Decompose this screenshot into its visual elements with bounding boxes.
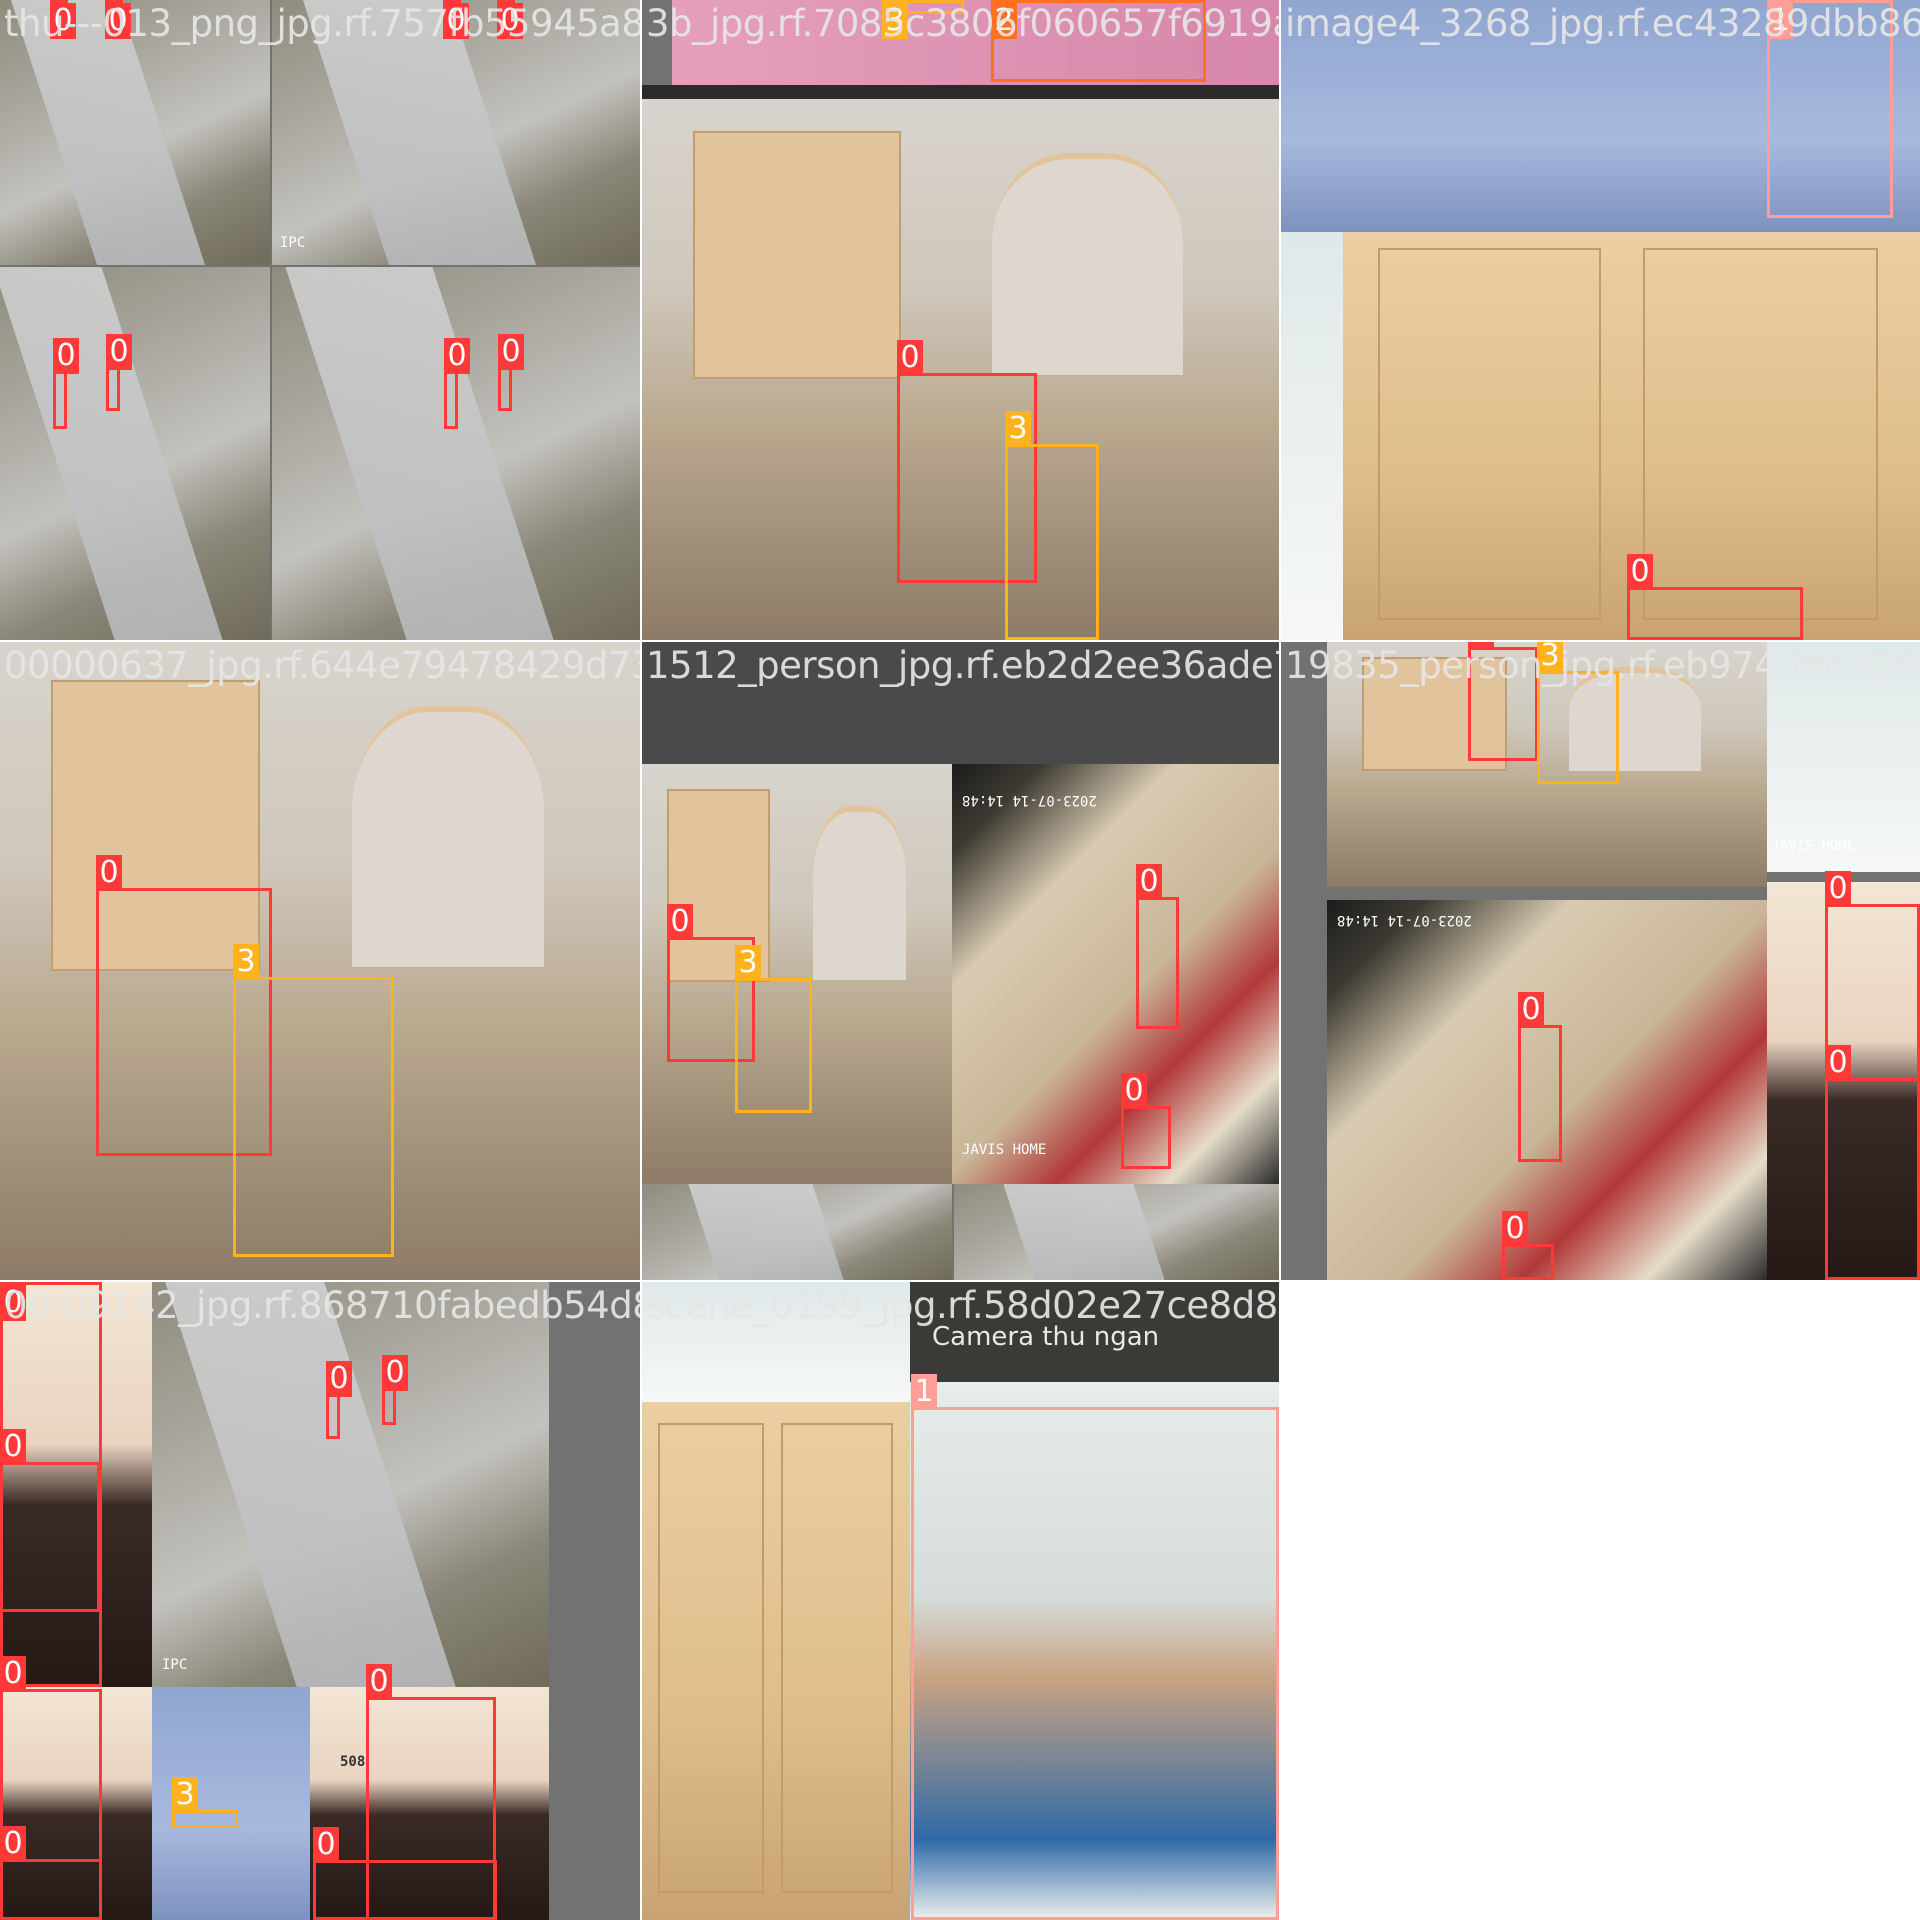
class-label: 0 bbox=[366, 1664, 392, 1700]
class-label: 0 bbox=[1825, 871, 1851, 907]
class-label: 0 bbox=[313, 1827, 339, 1863]
detection-box: 3 bbox=[233, 944, 394, 1257]
class-label: 0 bbox=[1518, 992, 1544, 1028]
tile-filename: 3b_jpg.rf.7085c3806f060657f6919a53a bbox=[646, 2, 1279, 45]
detection-box: 0 bbox=[1627, 554, 1803, 640]
detection-box: 3 bbox=[1537, 642, 1619, 784]
class-label: 0 bbox=[0, 1826, 26, 1862]
detection-box: 0 bbox=[498, 334, 524, 411]
tile-filename: thu---013_png_jpg.rf.757fb55945a8251ac97… bbox=[4, 2, 640, 45]
class-label: 0 bbox=[498, 334, 524, 370]
class-label: 3 bbox=[1005, 411, 1031, 447]
road-photo-br bbox=[272, 267, 640, 640]
empty-mosaic-slot bbox=[1281, 1282, 1920, 1920]
class-label: 0 bbox=[106, 334, 132, 370]
store-watermark: JAVIS HOME bbox=[962, 1142, 1047, 1158]
detection-box: 0 bbox=[382, 1355, 408, 1425]
class-label: 0 bbox=[1121, 1073, 1147, 1109]
store-timestamp: 2023-07-14 14:48 bbox=[962, 792, 1097, 808]
cabinet-photo bbox=[642, 1402, 910, 1920]
road-photo-bl bbox=[0, 267, 270, 640]
class-label: 0 bbox=[0, 1429, 26, 1465]
class-label: 3 bbox=[233, 944, 259, 980]
class-label: 0 bbox=[326, 1361, 352, 1397]
class-label: 0 bbox=[1502, 1211, 1528, 1247]
detection-box: 0 bbox=[1136, 864, 1179, 1029]
tile-filename: 00-09142_jpg.rf.868710fabedb54d8d084f bbox=[4, 1284, 640, 1327]
class-label: 0 bbox=[1627, 554, 1653, 590]
mosaic-tile-2: image4_3268_jpg.rf.ec43289dbb8641 1 0 bbox=[1281, 0, 1920, 640]
road-photo-strip-b bbox=[954, 1184, 1279, 1280]
mosaic-tile-5: JAVIS HOME 2023-07-14 14:48 19835_person… bbox=[1281, 642, 1920, 1280]
detection-box: 0 bbox=[1121, 1073, 1171, 1169]
store-timestamp: 2023-07-14 14:48 bbox=[1337, 912, 1472, 928]
camera-stamp: IPC bbox=[280, 235, 306, 251]
detection-box: 0 bbox=[1825, 1045, 1920, 1280]
class-label: 0 bbox=[1136, 864, 1162, 900]
class-label: 3 bbox=[735, 945, 761, 981]
store-watermark: JAVIS HOME bbox=[1771, 838, 1856, 854]
mosaic-tile-7: Camera thu ngan scene_0199_jpg.rf.58d02e… bbox=[642, 1282, 1279, 1920]
detection-box: 0 bbox=[326, 1361, 352, 1439]
mosaic-tile-3: 00000637_jpg.rf.644e79478429d73a1f5dc2_0… bbox=[0, 642, 640, 1280]
mosaic-tile-1: 3b_jpg.rf.7085c3806f060657f6919a53a 3 2 … bbox=[642, 0, 1279, 640]
room-number: 508 bbox=[340, 1754, 366, 1770]
class-label: 0 bbox=[0, 1656, 26, 1692]
class-label: 0 bbox=[1825, 1045, 1851, 1081]
class-label: 0 bbox=[897, 340, 923, 376]
road-photo bbox=[152, 1282, 549, 1687]
dark-band bbox=[642, 85, 1279, 99]
mosaic-tile-4: 2023-07-14 14:48 JAVIS HOME 1512_person_… bbox=[642, 642, 1279, 1280]
detection-box: 0 bbox=[0, 1826, 102, 1920]
road-photo-strip-a bbox=[642, 1184, 952, 1280]
detection-box: 0 bbox=[53, 338, 79, 429]
detection-box: 0 bbox=[1518, 992, 1562, 1162]
store-cctv-photo bbox=[952, 764, 1279, 1184]
detection-box: 3 bbox=[1005, 411, 1099, 640]
detection-box: 1 bbox=[911, 1374, 1279, 1920]
tile-filename: 00000637_jpg.rf.644e79478429d73a1f5dc2_0… bbox=[4, 644, 640, 687]
tile-filename: scene_0199_jpg.rf.58d02e27ce8d829f639f4c bbox=[646, 1284, 1279, 1327]
mosaic-tile-0: IPC thu---013_png_jpg.rf.757fb55945a8251… bbox=[0, 0, 640, 640]
tile-filename: image4_3268_jpg.rf.ec43289dbb8641 bbox=[1285, 2, 1920, 45]
detection-box: 0 bbox=[1502, 1211, 1554, 1280]
camera-stamp: IPC bbox=[162, 1657, 188, 1673]
class-label: 0 bbox=[53, 338, 79, 374]
class-label: 0 bbox=[96, 855, 122, 891]
detection-box: 0 bbox=[0, 1429, 100, 1612]
mosaic-tile-6: IPC 508 00-09142_jpg.rf.868710fabedb54d8… bbox=[0, 1282, 640, 1920]
detection-box: 3 bbox=[172, 1777, 238, 1828]
white-wall-photo bbox=[1281, 232, 1343, 640]
detection-box: 0 bbox=[106, 334, 132, 411]
tile-filename: 1512_person_jpg.rf.eb2d2ee36ade7f79354 bbox=[646, 644, 1279, 687]
detection-box: 0 bbox=[313, 1827, 497, 1920]
class-label: 0 bbox=[382, 1355, 408, 1391]
class-label: 0 bbox=[444, 338, 470, 374]
class-label: 0 bbox=[667, 904, 693, 940]
class-label: 1 bbox=[911, 1374, 937, 1410]
class-label: 3 bbox=[172, 1777, 198, 1813]
detection-box: 3 bbox=[735, 945, 812, 1113]
tile-filename: 19835_person_jpg.rf.eb9740eb70438 bbox=[1285, 644, 1920, 687]
detection-box: 0 bbox=[444, 338, 470, 429]
